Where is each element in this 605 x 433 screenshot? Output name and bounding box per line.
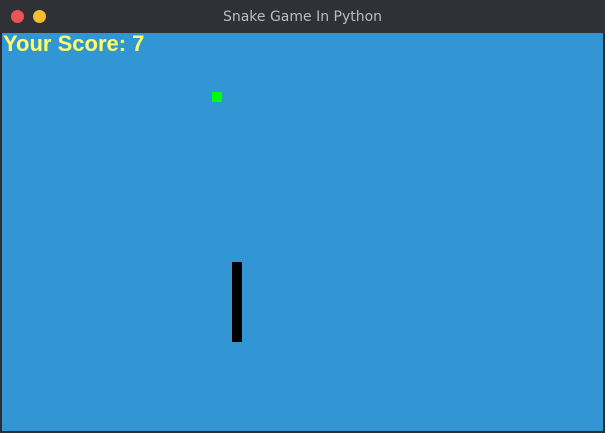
game-canvas[interactable]: Your Score: 7	[2, 33, 603, 431]
window-title: Snake Game In Python	[222, 9, 383, 25]
snake-body	[232, 262, 242, 342]
title-bar[interactable]: Snake Game In Python	[0, 0, 605, 34]
food-pellet	[212, 92, 222, 102]
minimize-window-button[interactable]	[33, 10, 46, 23]
game-window: Snake Game In Python Your Score: 7	[0, 0, 605, 433]
score-display: Your Score: 7	[3, 33, 145, 56]
close-window-button[interactable]	[11, 10, 24, 23]
